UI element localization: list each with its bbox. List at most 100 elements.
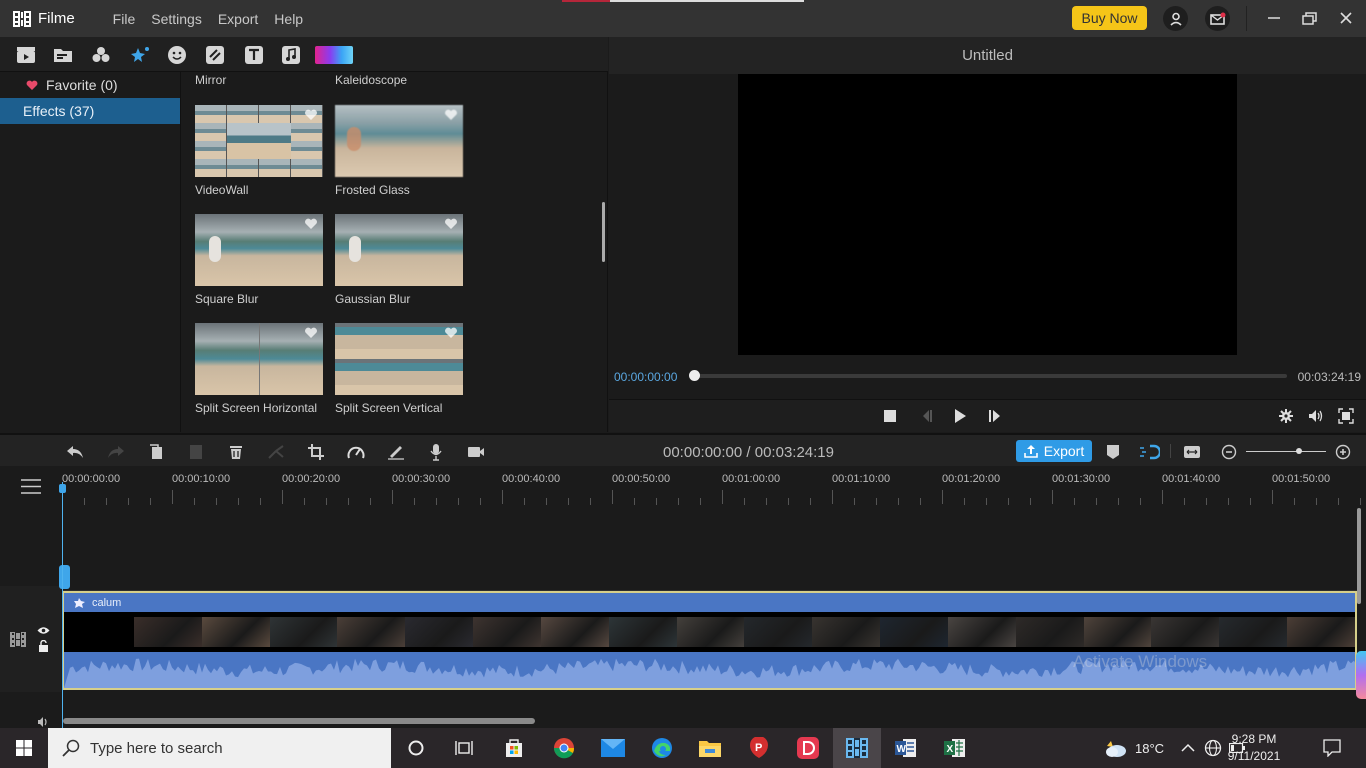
paste-icon[interactable]	[187, 443, 205, 461]
effect-label: VideoWall	[195, 183, 249, 197]
vertical-scrollbar[interactable]	[1357, 508, 1361, 604]
settings-icon[interactable]	[1278, 408, 1294, 424]
effect-item-gaussian-blur[interactable]: Gaussian Blur	[335, 214, 463, 306]
effect-item-frosted-glass[interactable]: Frosted Glass	[335, 105, 463, 197]
excel-icon[interactable]: X	[931, 728, 979, 768]
undo-icon[interactable]	[66, 443, 84, 461]
favorite-heart-icon[interactable]	[304, 109, 318, 121]
effect-item-videowall[interactable]: VideoWall	[195, 105, 323, 197]
fullscreen-icon[interactable]	[1338, 408, 1354, 424]
filme-app-icon[interactable]	[833, 728, 881, 768]
fit-timeline-icon[interactable]	[1183, 443, 1201, 461]
cortana-icon[interactable]	[392, 728, 440, 768]
visibility-eye-icon[interactable]	[37, 622, 50, 640]
split-icon[interactable]	[267, 443, 285, 461]
speed-icon[interactable]	[347, 443, 365, 461]
next-frame-icon[interactable]	[987, 408, 1003, 424]
export-button[interactable]: Export	[1016, 440, 1092, 462]
clip-frame	[405, 617, 474, 647]
effects-scrollbar[interactable]	[602, 202, 605, 262]
delete-icon[interactable]	[227, 443, 245, 461]
word-icon[interactable]: W	[882, 728, 930, 768]
mail-app-icon[interactable]	[589, 728, 637, 768]
tab-indicator	[562, 0, 610, 2]
notification-center-icon[interactable]	[1323, 728, 1341, 768]
ruler-tick	[194, 498, 195, 505]
volume-icon[interactable]	[1308, 408, 1324, 424]
category-effects[interactable]: Effects (37)	[0, 98, 180, 124]
favorite-heart-icon[interactable]	[304, 327, 318, 339]
mail-icon[interactable]	[1205, 6, 1230, 31]
app-d-icon[interactable]	[784, 728, 832, 768]
stop-icon[interactable]	[882, 408, 898, 424]
play-icon[interactable]	[952, 408, 968, 424]
minimize-icon[interactable]	[1264, 8, 1284, 28]
copy-icon[interactable]	[147, 443, 165, 461]
edit-pen-icon[interactable]	[387, 443, 405, 461]
network-icon[interactable]	[1204, 728, 1222, 768]
close-icon[interactable]	[1336, 8, 1356, 28]
menu-file[interactable]: File	[113, 11, 136, 27]
circles-icon[interactable]	[91, 45, 111, 65]
ruler-tick	[810, 498, 811, 505]
effect-item-split-screen-vertical[interactable]: Split Screen Vertical	[335, 323, 463, 415]
seek-knob[interactable]	[689, 370, 700, 381]
seek-bar[interactable]	[694, 374, 1287, 378]
video-clip[interactable]: calum	[62, 591, 1357, 690]
ruler-tick	[612, 490, 613, 504]
show-hidden-icons[interactable]	[1181, 728, 1195, 768]
favorite-heart-icon[interactable]	[444, 218, 458, 230]
playhead-handle[interactable]	[59, 565, 70, 589]
restore-icon[interactable]	[1300, 8, 1320, 28]
side-tab[interactable]	[1356, 651, 1366, 699]
transition-icon[interactable]	[205, 45, 225, 65]
weather-widget[interactable]: 18°C	[1103, 728, 1164, 768]
hamburger-menu-icon[interactable]	[21, 479, 41, 499]
favorite-heart-icon[interactable]	[444, 109, 458, 121]
gradient-icon[interactable]	[315, 45, 353, 65]
redo-icon[interactable]	[107, 443, 125, 461]
wps-icon[interactable]: P	[735, 728, 783, 768]
zoom-slider[interactable]	[1246, 451, 1326, 452]
playhead-top-handle[interactable]	[59, 484, 66, 493]
clapper-icon[interactable]	[16, 45, 36, 65]
task-view-icon[interactable]	[440, 728, 488, 768]
horizontal-scrollbar[interactable]	[63, 718, 535, 724]
menu-settings[interactable]: Settings	[151, 11, 202, 27]
microphone-icon[interactable]	[427, 443, 445, 461]
timeline-ruler[interactable]: 00:00:00:00 00:00:10:00 00:00:20:00 00:00:3…	[0, 466, 1366, 508]
buy-now-button[interactable]: Buy Now	[1072, 6, 1147, 30]
previous-frame-icon[interactable]	[919, 408, 935, 424]
empty-track-header	[0, 508, 61, 586]
marker-icon[interactable]	[1104, 443, 1122, 461]
zoom-in-icon[interactable]	[1334, 443, 1352, 461]
text-icon[interactable]	[244, 45, 264, 65]
magic-wand-icon[interactable]	[129, 45, 149, 65]
file-explorer-icon[interactable]	[686, 728, 734, 768]
taskbar-search[interactable]: Type here to search	[48, 728, 391, 768]
zoom-out-icon[interactable]	[1220, 443, 1238, 461]
camera-icon[interactable]	[467, 443, 485, 461]
zoom-slider-knob[interactable]	[1296, 448, 1302, 454]
account-icon[interactable]	[1163, 6, 1188, 31]
favorite-heart-icon[interactable]	[444, 327, 458, 339]
effect-item-square-blur[interactable]: Square Blur	[195, 214, 323, 306]
favorite-heart-icon[interactable]	[304, 218, 318, 230]
menu-export[interactable]: Export	[218, 11, 258, 27]
store-icon[interactable]	[490, 728, 538, 768]
chrome-icon[interactable]	[540, 728, 588, 768]
smiley-icon[interactable]	[167, 45, 187, 65]
crop-icon[interactable]	[307, 443, 325, 461]
music-icon[interactable]	[281, 45, 301, 65]
menu-help[interactable]: Help	[274, 11, 303, 27]
effect-item-split-screen-horizontal[interactable]: Split Screen Horizontal	[195, 323, 323, 415]
snap-magnet-icon[interactable]	[1138, 443, 1160, 461]
edge-icon[interactable]	[638, 728, 686, 768]
effect-thumbnail	[335, 105, 463, 177]
folder-icon[interactable]	[53, 45, 73, 65]
playhead[interactable]	[62, 482, 63, 728]
system-clock[interactable]: 9:28 PM 9/11/2021	[1226, 731, 1282, 765]
category-favorite[interactable]: Favorite (0)	[0, 72, 180, 98]
start-button[interactable]	[0, 728, 48, 768]
lock-open-icon[interactable]	[38, 639, 49, 657]
